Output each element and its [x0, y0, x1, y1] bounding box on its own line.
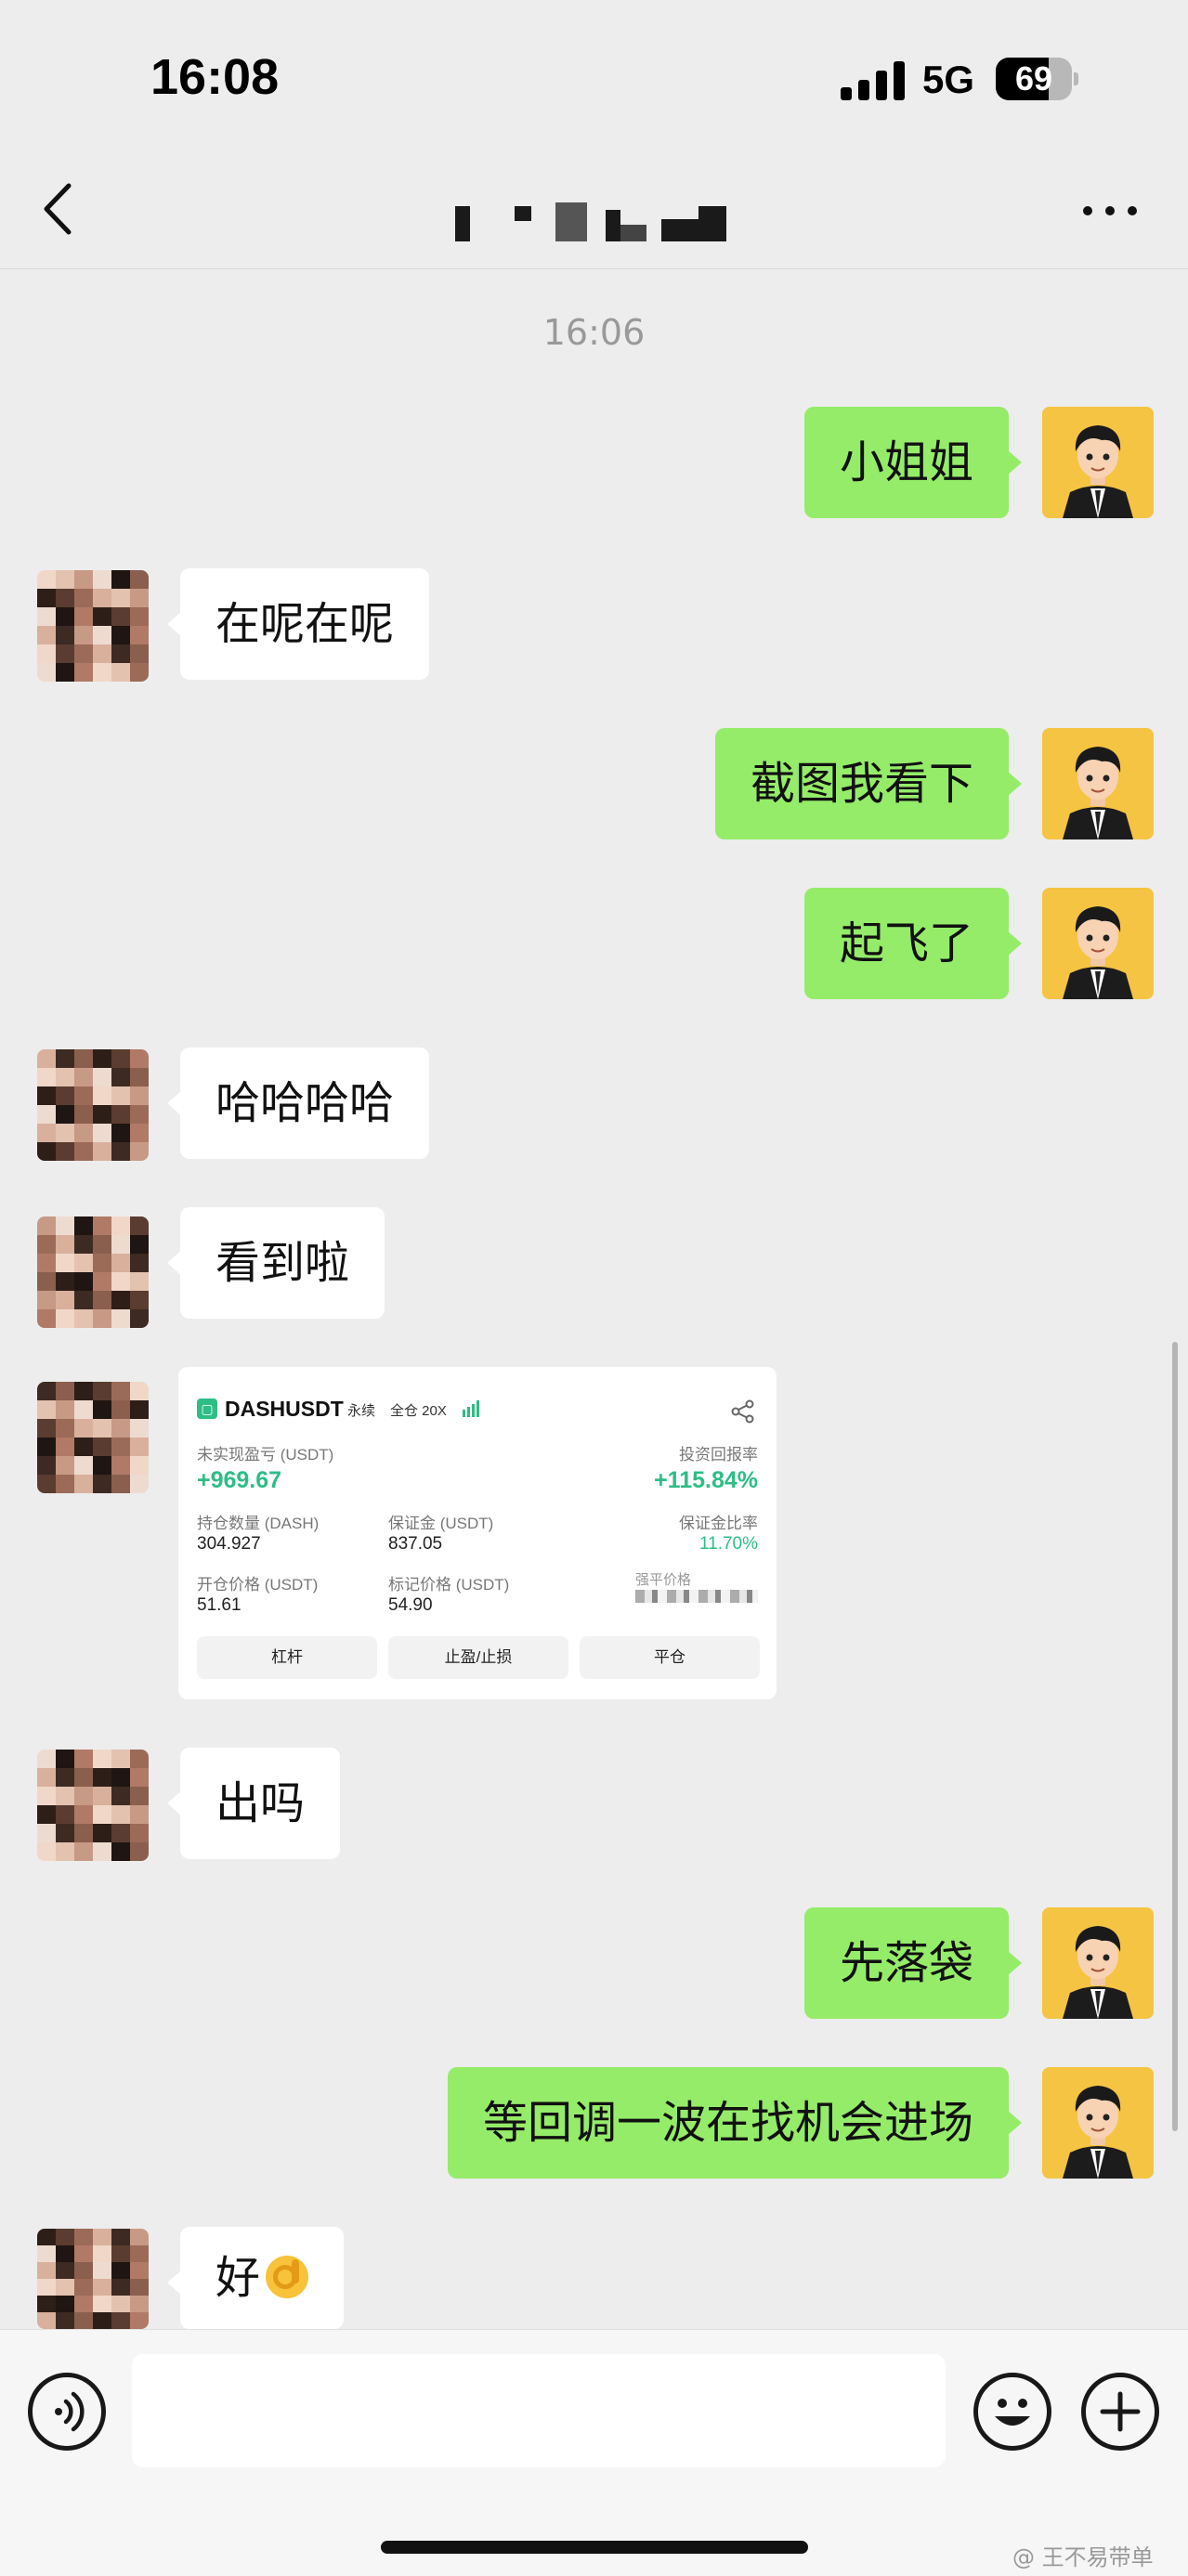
liq-price-redacted — [635, 1590, 758, 1603]
message-bubble-sent[interactable]: 截图我看下 — [714, 728, 1023, 839]
status-bar: 16:08 5G 69 — [0, 0, 1188, 149]
smiley-icon — [995, 2399, 1030, 2426]
plus-icon — [1100, 2391, 1141, 2432]
leverage-button: 杠杆 — [197, 1636, 377, 1679]
emoji-button[interactable] — [973, 2373, 1051, 2451]
liq-price-label: 强平价格 — [635, 1572, 692, 1588]
cartoon-person-icon — [1042, 728, 1154, 839]
trade-symbol: DASHUSDT — [225, 1397, 344, 1421]
my-avatar[interactable] — [1042, 2067, 1154, 2179]
roe-label: 投资回报率 — [679, 1446, 758, 1464]
trade-tag-margin: 全仓 20X — [390, 1403, 447, 1419]
share-icon — [731, 1399, 754, 1424]
voice-input-button[interactable] — [28, 2373, 106, 2451]
chevron-left-icon — [44, 183, 72, 235]
position-label: 持仓数量 (DASH) — [197, 1515, 320, 1532]
mark-price-value: 54.90 — [388, 1595, 433, 1615]
entry-price-label: 开仓价格 (USDT) — [197, 1576, 319, 1594]
image-message-trade-screenshot[interactable]: ▢ DASHUSDT 永续 全仓 20X 未实现盈亏 (USDT) +969.6… — [178, 1367, 777, 1699]
contact-avatar[interactable] — [37, 1750, 149, 1861]
contact-avatar[interactable] — [37, 570, 149, 682]
entry-price-value: 51.61 — [197, 1595, 242, 1615]
my-avatar[interactable] — [1042, 1907, 1154, 2019]
message-bubble-received[interactable]: 出吗 — [166, 1748, 341, 1859]
contact-avatar[interactable] — [37, 1382, 149, 1493]
unrealized-pnl-label: 未实现盈亏 (USDT) — [197, 1446, 334, 1464]
unrealized-pnl-value: +969.67 — [197, 1467, 282, 1493]
contact-avatar[interactable] — [37, 2229, 149, 2329]
home-indicator[interactable] — [381, 2541, 808, 2554]
more-actions-button[interactable] — [1081, 2373, 1159, 2451]
signal-icon — [841, 59, 906, 100]
more-options-button[interactable] — [1077, 186, 1142, 232]
margin-ratio-value: 11.70% — [698, 1534, 758, 1554]
margin-value: 837.05 — [388, 1534, 443, 1554]
margin-ratio-label: 保证金比率 — [679, 1515, 758, 1532]
leverage-bars-icon — [463, 1400, 483, 1417]
my-avatar[interactable] — [1042, 888, 1154, 999]
my-avatar[interactable] — [1042, 407, 1154, 518]
tpsl-button: 止盈/止损 — [388, 1636, 568, 1679]
message-bubble-received[interactable]: 哈哈哈哈 — [166, 1047, 430, 1159]
close-position-button: 平仓 — [580, 1636, 760, 1679]
message-text: 好 — [215, 2252, 261, 2304]
chat-header — [0, 149, 1188, 269]
exchange-logo-icon: ▢ — [197, 1399, 217, 1419]
contact-avatar[interactable] — [37, 1216, 149, 1328]
message-bubble-sent[interactable]: 等回调一波在找机会进场 — [447, 2067, 1023, 2179]
margin-label: 保证金 (USDT) — [388, 1515, 494, 1532]
message-bubble-sent[interactable]: 先落袋 — [803, 1907, 1023, 2019]
message-bubble-sent[interactable]: 起飞了 — [803, 888, 1023, 999]
status-time: 16:08 — [150, 49, 280, 105]
roe-value: +115.84% — [654, 1467, 758, 1493]
trade-tag-perpetual: 永续 — [347, 1403, 376, 1419]
message-bubble-received[interactable]: 在呢在呢 — [166, 568, 430, 680]
message-bubble-received[interactable]: 看到啦 — [166, 1207, 385, 1319]
ok-hand-emoji-icon — [266, 2256, 309, 2298]
position-value: 304.927 — [197, 1534, 261, 1554]
chat-timestamp: 16:06 — [542, 312, 646, 353]
battery-icon: 69 — [996, 58, 1078, 100]
message-bubble-sent[interactable]: 小姐姐 — [803, 407, 1023, 518]
contact-avatar[interactable] — [37, 1049, 149, 1161]
message-input[interactable] — [132, 2354, 946, 2467]
cartoon-person-icon — [1042, 407, 1154, 518]
my-avatar[interactable] — [1042, 728, 1154, 839]
network-type: 5G — [922, 58, 975, 101]
contact-name-redacted — [455, 202, 743, 241]
battery-level: 69 — [1014, 59, 1053, 98]
message-bubble-received[interactable]: 好 — [166, 2227, 345, 2329]
mark-price-label: 标记价格 (USDT) — [388, 1576, 510, 1594]
watermark: @ 王不易带单 — [1012, 2544, 1154, 2570]
message-input-bar — [0, 2329, 1188, 2576]
cartoon-person-icon — [1042, 888, 1154, 999]
chat-scrollbar[interactable] — [1172, 1342, 1178, 2131]
cartoon-person-icon — [1042, 1907, 1154, 2019]
voice-icon — [55, 2391, 85, 2432]
cartoon-person-icon — [1042, 2067, 1154, 2179]
back-button[interactable] — [33, 176, 89, 241]
